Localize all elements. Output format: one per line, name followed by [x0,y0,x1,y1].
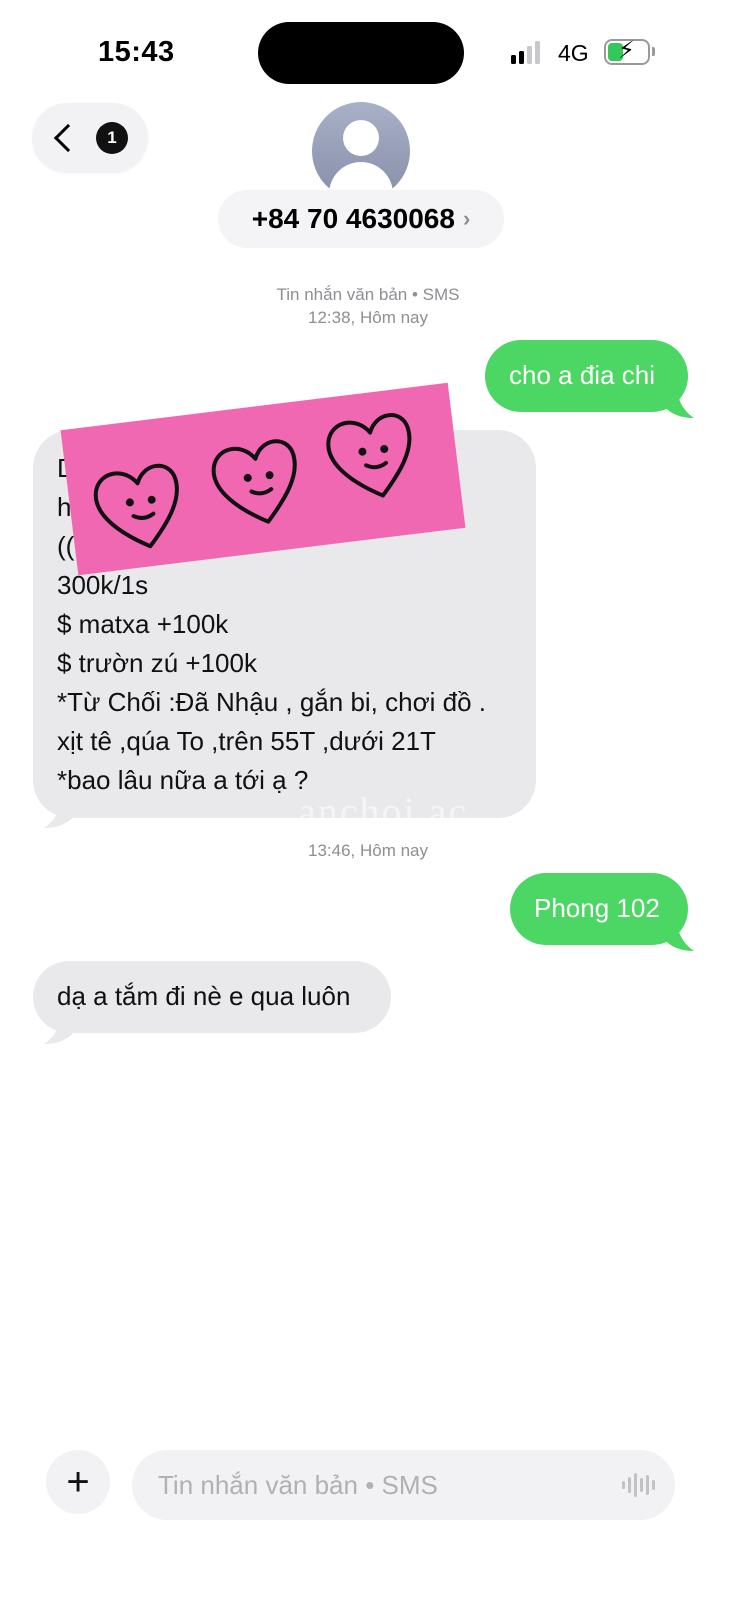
back-chevron-icon [53,123,83,153]
message-bubble-incoming[interactable]: dạ a tắm đi nè e qua luôn [33,961,391,1033]
bubble-tail-incoming [44,1022,74,1044]
audio-waveform-icon[interactable] [622,1472,655,1498]
back-button[interactable]: 1 [32,103,148,173]
bubble-tail-incoming [44,806,74,828]
message-bubble-outgoing[interactable]: cho a đia chi [485,340,688,412]
conversation-meta: 13:46, Hôm nay [0,839,736,862]
dynamic-island [258,22,464,84]
status-time: 15:43 [98,36,175,68]
network-label: 4G [558,40,589,66]
timestamp: 12:38, Hôm nay [307,308,428,327]
timestamp: 13:46, Hôm nay [307,841,428,860]
conversation-meta: Tin nhắn văn bản • SMS 12:38, Hôm nay [0,283,736,329]
message-line: 300k/1s [57,570,149,600]
message-line: *Từ Chối :Đã Nhậu , gắn bi, chơi đồ . [57,687,486,717]
message-line: $ trườn zú +100k [57,648,257,678]
watermark: anchoi.ac [298,789,469,834]
message-type-label: Tin nhắn văn bản • SMS [276,285,460,304]
unread-badge: 1 [96,122,128,154]
message-text: cho a đia chi [509,360,655,390]
add-attachment-button[interactable]: + [46,1450,110,1514]
message-input[interactable] [158,1469,588,1501]
battery-icon: ⚡ [604,39,650,65]
message-text: Phong 102 [534,893,660,923]
message-bubble-outgoing[interactable]: Phong 102 [510,873,688,945]
contact-number: +84 70 4630068 [251,203,455,234]
battery-cap [652,47,655,56]
message-input-container[interactable] [132,1450,675,1520]
plus-icon: + [66,1459,90,1504]
message-text: dạ a tắm đi nè e qua luôn [57,981,351,1011]
bubble-tail-outgoing [664,396,694,418]
chevron-right-icon: › [462,206,471,231]
bubble-tail-outgoing [664,929,694,951]
avatar-icon[interactable] [312,102,410,200]
message-line: xịt tê ,qúa To ,trên 55T ,dưới 21T [57,726,436,756]
signal-icon [511,40,540,64]
contact-name-button[interactable]: +84 70 4630068 › [218,190,504,248]
message-line: $ matxa +100k [57,609,229,639]
